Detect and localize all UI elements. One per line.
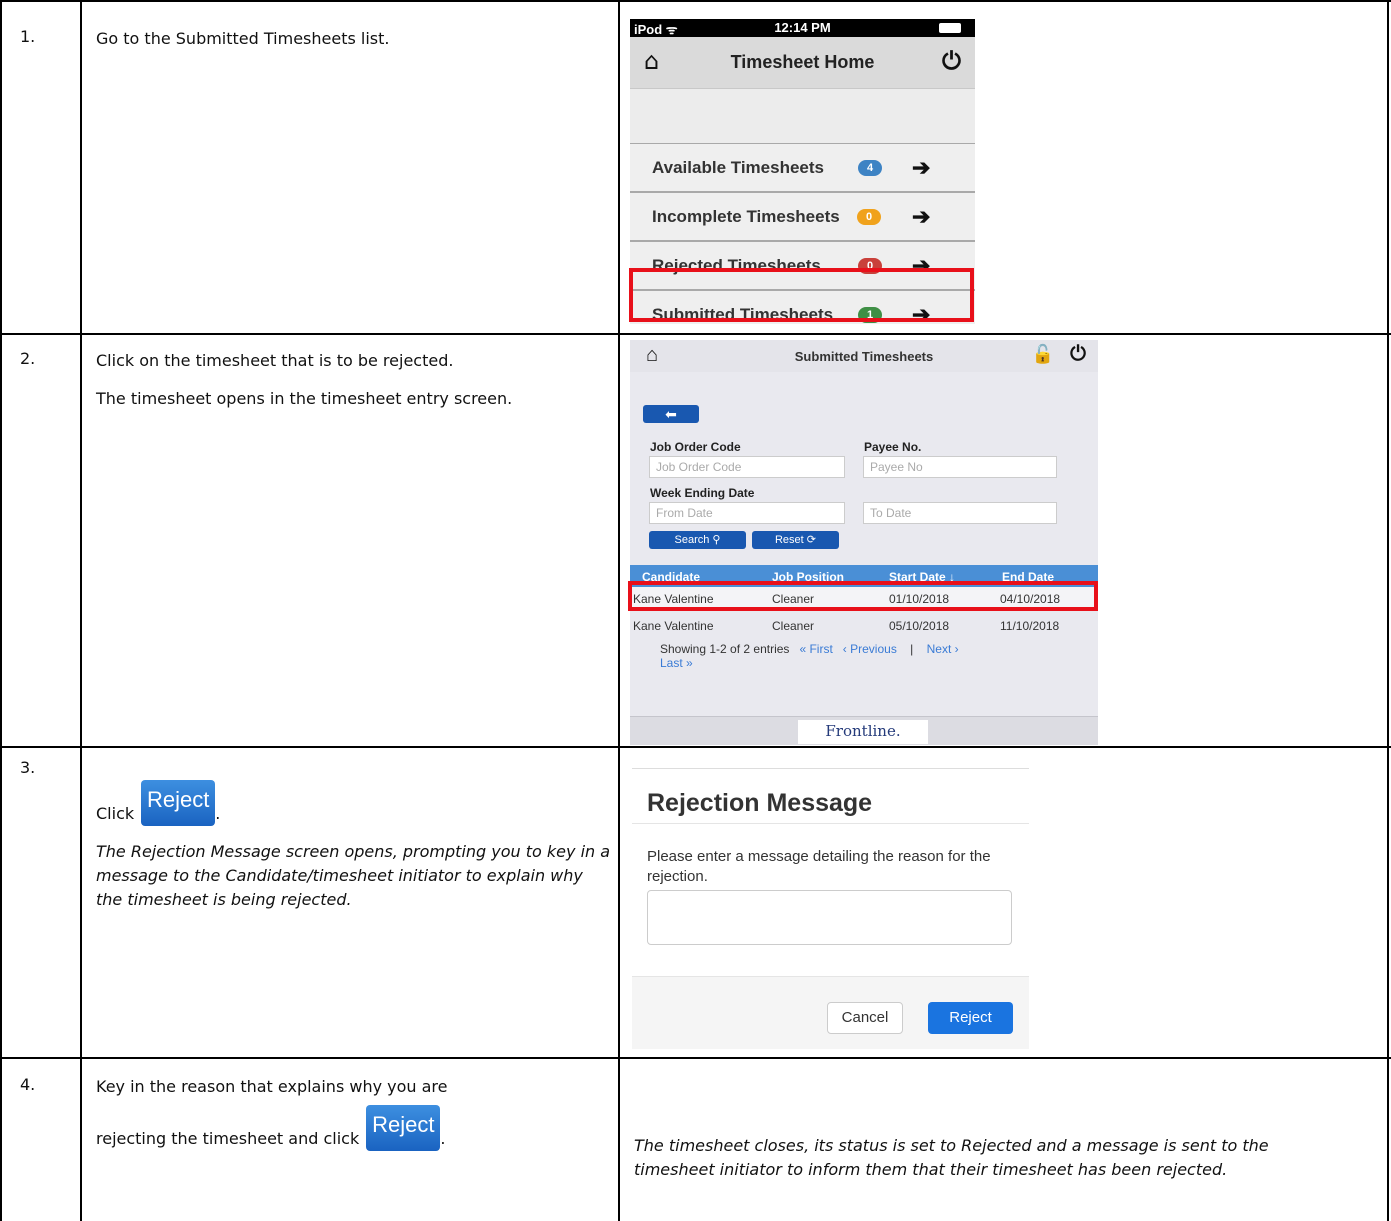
step-number: 1. xyxy=(20,27,36,46)
column-divider-2 xyxy=(618,0,620,1221)
rejection-message-input[interactable] xyxy=(647,890,1012,945)
modal-prompt: Please enter a message detailing the rea… xyxy=(647,848,991,885)
arrow-right-icon: ➔ xyxy=(912,204,931,229)
step-result: The timesheet closes, its status is set … xyxy=(634,1136,1269,1179)
end-date-cell: 11/10/2018 xyxy=(1000,619,1060,633)
start-date-cell: 05/10/2018 xyxy=(889,619,950,633)
modal-divider xyxy=(632,823,1029,824)
rejection-modal-screenshot: Rejection Message Please enter a message… xyxy=(632,768,1029,1049)
pager-first-link[interactable]: « First xyxy=(799,642,832,656)
search-button[interactable]: Search ⚲ xyxy=(649,531,746,549)
submitted-timesheets-screenshot: ⌂ Submitted Timesheets 🔓 ⏻ ⬅ Job Order C… xyxy=(630,340,1098,745)
reset-button[interactable]: Reset ⟳ xyxy=(752,531,839,549)
reject-button-image: Reject xyxy=(366,1105,441,1151)
power-icon[interactable]: ⏻ xyxy=(942,47,961,75)
table-border-top xyxy=(0,0,1391,2)
pager-next-link[interactable]: Next › xyxy=(927,642,959,656)
pager-previous-link[interactable]: ‹ Previous xyxy=(843,642,897,656)
click-period: . xyxy=(215,804,221,823)
candidate-cell: Kane Valentine xyxy=(633,619,714,633)
highlight-box xyxy=(629,268,974,322)
pager-last-link[interactable]: Last » xyxy=(660,656,693,670)
position-cell: Cleaner xyxy=(772,619,815,633)
power-icon[interactable]: ⏻ xyxy=(1070,343,1086,366)
step-click-line: Click Reject. xyxy=(96,780,611,826)
arrow-right-icon: ➔ xyxy=(912,155,931,180)
step-description: Click Reject. The Rejection Message scre… xyxy=(96,780,611,926)
step-text: Key in the reason that explains why you … xyxy=(96,1077,448,1096)
step-click-line: rejecting the timesheet and click Reject… xyxy=(96,1105,611,1151)
row-divider-1 xyxy=(0,333,1391,335)
step-description: Click on the timesheet that is to be rej… xyxy=(96,349,611,425)
click-label: Click xyxy=(96,804,135,823)
pager-summary: Showing 1-2 of 2 entries xyxy=(660,642,790,656)
pager-separator: | xyxy=(910,642,914,656)
step-number: 2. xyxy=(20,349,36,368)
modal-footer: Cancel Reject xyxy=(632,976,1029,1049)
highlight-box xyxy=(628,581,1098,611)
from-date-input[interactable]: From Date xyxy=(649,502,845,524)
back-button[interactable]: ⬅ xyxy=(643,405,699,423)
step-note: The Rejection Message screen opens, prom… xyxy=(96,842,611,909)
count-badge: 4 xyxy=(858,160,882,176)
row-divider-2 xyxy=(0,746,1391,748)
step-number: 3. xyxy=(20,758,36,777)
step-text: rejecting the timesheet and click xyxy=(96,1129,360,1148)
table-border-right xyxy=(1387,0,1389,1221)
week-ending-label: Week Ending Date xyxy=(650,486,755,500)
app-header: ⌂ Submitted Timesheets 🔓 ⏻ xyxy=(630,340,1098,372)
payee-label: Payee No. xyxy=(864,440,922,454)
reject-button-image: Reject xyxy=(141,780,216,826)
table-row[interactable]: Kane Valentine Cleaner 05/10/2018 11/10/… xyxy=(630,614,1098,636)
battery-icon xyxy=(939,23,961,33)
modal-title: Rejection Message xyxy=(647,789,873,817)
app-header: ⌂ Timesheet Home ⏻ xyxy=(630,37,975,89)
count-badge: 0 xyxy=(857,209,881,225)
frontline-logo: Frontline. xyxy=(798,720,928,744)
to-date-input[interactable]: To Date xyxy=(863,502,1057,524)
status-bar: iPod ᯤ 12:14 PM xyxy=(630,19,975,37)
page-title: Submitted Timesheets xyxy=(794,349,934,364)
click-period: . xyxy=(440,1129,446,1148)
row-divider-3 xyxy=(0,1057,1391,1059)
menu-item-label: Available Timesheets xyxy=(652,158,824,177)
menu-item-available[interactable]: Available Timesheets 4 ➔ xyxy=(630,144,975,193)
step-text: Click on the timesheet that is to be rej… xyxy=(96,351,454,370)
column-divider-1 xyxy=(80,0,82,1221)
app-footer: Frontline. xyxy=(630,716,1098,745)
step-text: Go to the Submitted Timesheets list. xyxy=(96,29,390,48)
table-border-left xyxy=(0,0,2,1221)
step-number: 4. xyxy=(20,1075,36,1094)
menu-item-incomplete[interactable]: Incomplete Timesheets 0 ➔ xyxy=(630,193,975,242)
job-order-input[interactable]: Job Order Code xyxy=(649,456,845,478)
payee-input[interactable]: Payee No xyxy=(863,456,1057,478)
job-order-label: Job Order Code xyxy=(650,440,741,454)
cancel-button[interactable]: Cancel xyxy=(827,1002,903,1034)
step-text: The timesheet opens in the timesheet ent… xyxy=(96,389,513,408)
step-description: Key in the reason that explains why you … xyxy=(96,1075,611,1165)
header-spacer xyxy=(630,89,975,144)
page-title: Timesheet Home xyxy=(730,52,875,72)
lock-icon[interactable]: 🔓 xyxy=(1032,344,1054,365)
menu-item-label: Incomplete Timesheets xyxy=(652,207,840,226)
step-description: Go to the Submitted Timesheets list. xyxy=(96,27,611,65)
reject-button[interactable]: Reject xyxy=(928,1002,1013,1034)
pagination: Showing 1-2 of 2 entries « First ‹ Previ… xyxy=(660,642,1090,670)
clock: 12:14 PM xyxy=(774,20,831,35)
